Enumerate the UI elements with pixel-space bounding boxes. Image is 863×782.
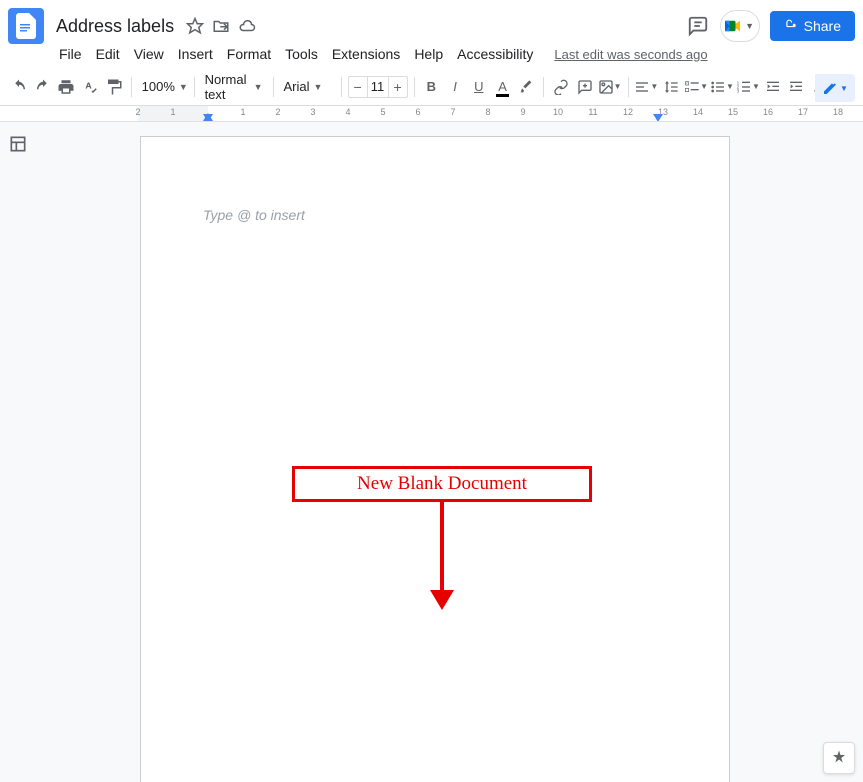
underline-icon[interactable]: U (468, 75, 490, 99)
menu-insert[interactable]: Insert (171, 44, 220, 64)
decrease-indent-icon[interactable] (762, 75, 784, 99)
menu-bar: File Edit View Insert Format Tools Exten… (0, 44, 863, 68)
menu-format[interactable]: Format (220, 44, 278, 64)
docs-logo-icon[interactable] (8, 8, 44, 44)
share-button[interactable]: Share (770, 11, 855, 41)
line-spacing-icon[interactable] (660, 75, 682, 99)
font-size-input[interactable]: 11 (367, 77, 389, 97)
italic-icon[interactable]: I (444, 75, 466, 99)
menu-tools[interactable]: Tools (278, 44, 325, 64)
document-page[interactable]: Type @ to insert (140, 136, 730, 782)
last-edit-link[interactable]: Last edit was seconds ago (554, 47, 707, 62)
undo-icon[interactable] (8, 75, 30, 99)
meet-button[interactable]: ▼ (720, 10, 760, 42)
font-select[interactable]: Arial▼ (279, 75, 334, 99)
zoom-select[interactable]: 100%▼ (138, 75, 188, 99)
menu-extensions[interactable]: Extensions (325, 44, 407, 64)
toolbar: 100%▼ Normal text▼ Arial▼ − 11 + B I U A… (0, 68, 863, 106)
menu-help[interactable]: Help (407, 44, 450, 64)
outline-toggle-icon[interactable] (8, 134, 32, 158)
decrease-font-icon[interactable]: − (349, 77, 367, 97)
star-icon[interactable] (186, 17, 204, 35)
annotation-arrow-head-icon (430, 590, 454, 610)
paragraph-style-select[interactable]: Normal text▼ (201, 75, 267, 99)
editing-mode-button[interactable]: ▼ (815, 74, 855, 102)
workspace: Type @ to insert New Blank Document (0, 122, 863, 782)
title-bar: Address labels ▼ Share (0, 0, 863, 44)
horizontal-ruler[interactable]: 21123456789101112131415161718 (0, 106, 863, 122)
paint-format-icon[interactable] (103, 75, 125, 99)
cloud-status-icon[interactable] (238, 17, 256, 35)
spellcheck-icon[interactable] (79, 75, 101, 99)
document-area: Type @ to insert (40, 122, 863, 782)
menu-file[interactable]: File (52, 44, 89, 64)
align-icon[interactable]: ▼ (634, 75, 658, 99)
image-icon[interactable]: ▼ (598, 75, 622, 99)
increase-indent-icon[interactable] (786, 75, 808, 99)
document-title[interactable]: Address labels (52, 14, 178, 39)
annotation-arrow-line (440, 502, 444, 594)
comment-icon[interactable] (574, 75, 596, 99)
numbered-list-icon[interactable]: 123▼ (736, 75, 760, 99)
insert-placeholder: Type @ to insert (203, 207, 305, 223)
checklist-icon[interactable]: ▼ (684, 75, 708, 99)
link-icon[interactable] (550, 75, 572, 99)
annotation-callout: New Blank Document (292, 466, 592, 502)
comment-history-icon[interactable] (686, 14, 710, 38)
menu-view[interactable]: View (127, 44, 171, 64)
menu-edit[interactable]: Edit (89, 44, 127, 64)
text-color-icon[interactable]: A (492, 75, 514, 99)
bold-icon[interactable]: B (420, 75, 442, 99)
explore-button[interactable] (823, 742, 855, 774)
print-icon[interactable] (56, 75, 78, 99)
menu-accessibility[interactable]: Accessibility (450, 44, 540, 64)
annotation-label: New Blank Document (357, 473, 527, 495)
move-icon[interactable] (212, 17, 230, 35)
font-size-control: − 11 + (348, 76, 408, 98)
share-label: Share (804, 18, 841, 34)
highlight-icon[interactable] (515, 75, 537, 99)
svg-text:3: 3 (737, 88, 740, 93)
increase-font-icon[interactable]: + (389, 77, 407, 97)
bulleted-list-icon[interactable]: ▼ (710, 75, 734, 99)
outline-sidebar (0, 122, 40, 782)
redo-icon[interactable] (32, 75, 54, 99)
